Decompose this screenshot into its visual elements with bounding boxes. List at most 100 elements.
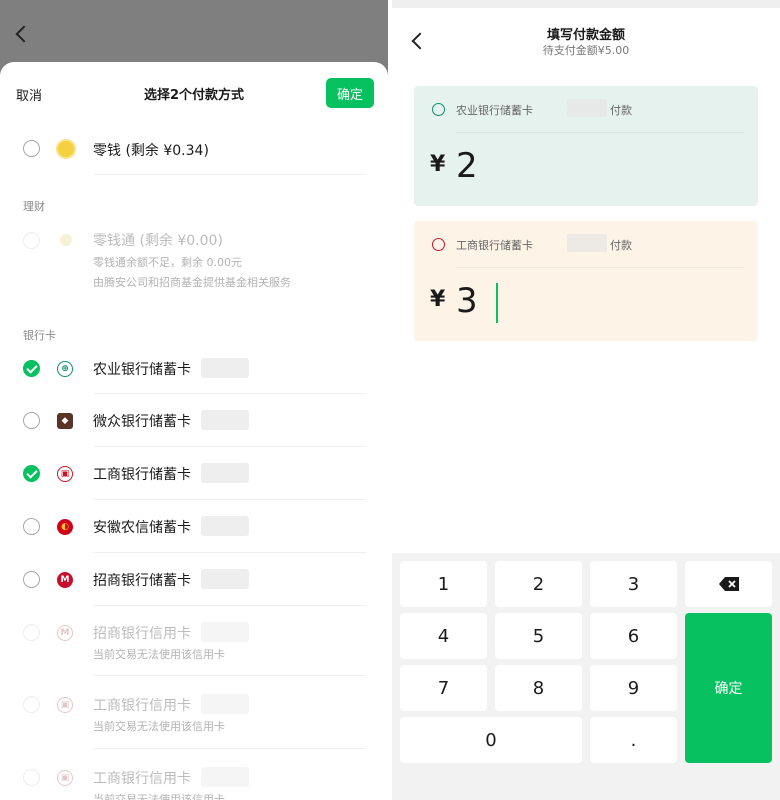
bank-label: 微众银行储蓄卡 bbox=[93, 414, 191, 430]
key-9[interactable]: 9 bbox=[590, 665, 677, 711]
card-number-masked bbox=[201, 516, 249, 536]
coin-icon bbox=[56, 139, 76, 159]
key-4[interactable]: 4 bbox=[400, 613, 487, 659]
text-cursor bbox=[496, 283, 498, 323]
key-5[interactable]: 5 bbox=[495, 613, 582, 659]
card-number-masked bbox=[201, 767, 249, 787]
divider bbox=[456, 267, 744, 268]
card-number-masked bbox=[201, 463, 249, 483]
key-1[interactable]: 1 bbox=[400, 561, 487, 607]
key-2[interactable]: 2 bbox=[495, 561, 582, 607]
icbc-bank-icon bbox=[432, 238, 445, 251]
card-number-masked bbox=[567, 234, 607, 252]
bank-option-ahrcu[interactable]: ◐ 安徽农信储蓄卡 bbox=[0, 514, 388, 544]
back-arrow-icon[interactable] bbox=[15, 25, 33, 43]
section-wealth-label: 理财 bbox=[23, 200, 45, 213]
key-6[interactable]: 6 bbox=[590, 613, 677, 659]
section-bank-label: 银行卡 bbox=[23, 329, 56, 342]
webank-icon: ◆ bbox=[57, 413, 73, 429]
key-8[interactable]: 8 bbox=[495, 665, 582, 711]
confirm-button[interactable]: 确定 bbox=[326, 78, 374, 108]
ahrcu-bank-icon: ◐ bbox=[57, 519, 73, 535]
bank-option-cmb[interactable]: M 招商银行储蓄卡 bbox=[0, 567, 388, 597]
wallet-option[interactable]: 零钱 (剩余 ¥0.34) bbox=[0, 134, 388, 164]
fund-label: 零钱通 (剩余 ¥0.00) bbox=[93, 233, 223, 249]
bank-option-icbc[interactable]: ▣ 工商银行储蓄卡 bbox=[0, 461, 388, 491]
credit-card-option-disabled: ▣ 工商银行信用卡 当前交易无法使用该信用卡 bbox=[0, 692, 388, 742]
radio bbox=[23, 696, 40, 713]
key-7[interactable]: 7 bbox=[400, 665, 487, 711]
icbc-bank-icon: ▣ bbox=[57, 466, 73, 482]
fund-icon bbox=[60, 234, 72, 246]
bank-label: 招商银行储蓄卡 bbox=[93, 573, 191, 589]
divider bbox=[93, 174, 366, 175]
credit-card-option-disabled: M 招商银行信用卡 当前交易无法使用该信用卡 bbox=[0, 620, 388, 670]
card-number-masked bbox=[201, 622, 249, 642]
abc-bank-icon: ⊕ bbox=[57, 361, 73, 377]
top-strip bbox=[392, 0, 780, 8]
divider bbox=[93, 675, 366, 676]
credit-card-note: 当前交易无法使用该信用卡 bbox=[93, 720, 225, 733]
fund-sub1: 零钱通余额不足，剩余 0.00元 bbox=[93, 256, 242, 269]
divider bbox=[93, 748, 366, 749]
icbc-bank-icon: ▣ bbox=[57, 770, 73, 786]
card-label-suffix: 付款 bbox=[610, 239, 632, 252]
credit-card-note: 当前交易无法使用该信用卡 bbox=[93, 648, 225, 661]
radio[interactable] bbox=[23, 412, 40, 429]
radio[interactable] bbox=[23, 518, 40, 535]
key-0[interactable]: 0 bbox=[400, 717, 582, 763]
divider bbox=[93, 393, 366, 394]
payment-method-screen: 取消 选择2个付款方式 确定 零钱 (剩余 ¥0.34) 理财 零钱通 (剩余 … bbox=[0, 0, 388, 800]
amount-card-abc[interactable]: 农业银行储蓄卡 付款 ¥ 2 bbox=[414, 86, 758, 206]
cmb-bank-icon: M bbox=[57, 625, 73, 641]
delete-key[interactable] bbox=[685, 561, 772, 607]
bank-label: 农业银行储蓄卡 bbox=[93, 362, 191, 378]
card-number-masked bbox=[201, 358, 249, 378]
key-dot[interactable]: . bbox=[590, 717, 677, 763]
radio[interactable] bbox=[23, 571, 40, 588]
abc-bank-icon bbox=[432, 103, 445, 116]
credit-card-label: 工商银行信用卡 bbox=[93, 771, 191, 787]
divider bbox=[93, 552, 366, 553]
bank-option-abc[interactable]: ⊕ 农业银行储蓄卡 bbox=[0, 356, 388, 386]
fund-radio bbox=[23, 232, 40, 249]
card-label-suffix: 付款 bbox=[610, 104, 632, 117]
pending-amount: 待支付金额¥5.00 bbox=[542, 44, 630, 57]
page-title: 填写付款金额 bbox=[546, 28, 625, 43]
confirm-key[interactable]: 确定 bbox=[685, 613, 772, 763]
card-label: 农业银行储蓄卡 bbox=[456, 104, 533, 117]
payment-method-sheet: 取消 选择2个付款方式 确定 零钱 (剩余 ¥0.34) 理财 零钱通 (剩余 … bbox=[0, 62, 388, 800]
divider bbox=[93, 499, 366, 500]
checked-radio[interactable] bbox=[23, 465, 40, 482]
card-number-masked bbox=[201, 694, 249, 714]
checked-radio[interactable] bbox=[23, 360, 40, 377]
credit-card-note: 当前交易无法使用该信用卡 bbox=[93, 793, 225, 800]
bank-option-webank[interactable]: ◆ 微众银行储蓄卡 bbox=[0, 408, 388, 438]
amount-input[interactable]: 3 bbox=[456, 281, 478, 321]
card-number-masked bbox=[567, 99, 607, 117]
radio bbox=[23, 624, 40, 641]
wallet-radio[interactable] bbox=[23, 140, 40, 157]
radio bbox=[23, 769, 40, 786]
numeric-keypad: 1 2 3 4 5 6 7 8 9 0 . 确定 bbox=[392, 553, 780, 800]
currency-symbol: ¥ bbox=[430, 152, 446, 177]
card-number-masked bbox=[201, 569, 249, 589]
bank-label: 工商银行储蓄卡 bbox=[93, 467, 191, 483]
fund-sub2: 由腾安公司和招商基金提供基金相关服务 bbox=[93, 276, 291, 289]
credit-card-option-disabled: ▣ 工商银行信用卡 当前交易无法使用该信用卡 bbox=[0, 765, 388, 800]
amount-card-icbc[interactable]: 工商银行储蓄卡 付款 ¥ 3 bbox=[414, 221, 758, 341]
amount-entry-screen: 填写付款金额 待支付金额¥5.00 农业银行储蓄卡 付款 ¥ 2 工商银行储蓄卡… bbox=[392, 0, 780, 800]
amount-input[interactable]: 2 bbox=[456, 146, 478, 186]
divider bbox=[456, 132, 744, 133]
key-3[interactable]: 3 bbox=[590, 561, 677, 607]
wallet-label: 零钱 (剩余 ¥0.34) bbox=[93, 143, 209, 159]
icbc-bank-icon: ▣ bbox=[57, 697, 73, 713]
divider bbox=[93, 605, 366, 606]
bank-label: 安徽农信储蓄卡 bbox=[93, 520, 191, 536]
fund-option: 零钱通 (剩余 ¥0.00) 零钱通余额不足，剩余 0.00元 由腾安公司和招商… bbox=[0, 228, 388, 298]
backspace-icon bbox=[718, 577, 739, 591]
card-number-masked bbox=[201, 410, 249, 430]
currency-symbol: ¥ bbox=[430, 287, 446, 312]
credit-card-label: 招商银行信用卡 bbox=[93, 626, 191, 642]
divider bbox=[93, 446, 366, 447]
